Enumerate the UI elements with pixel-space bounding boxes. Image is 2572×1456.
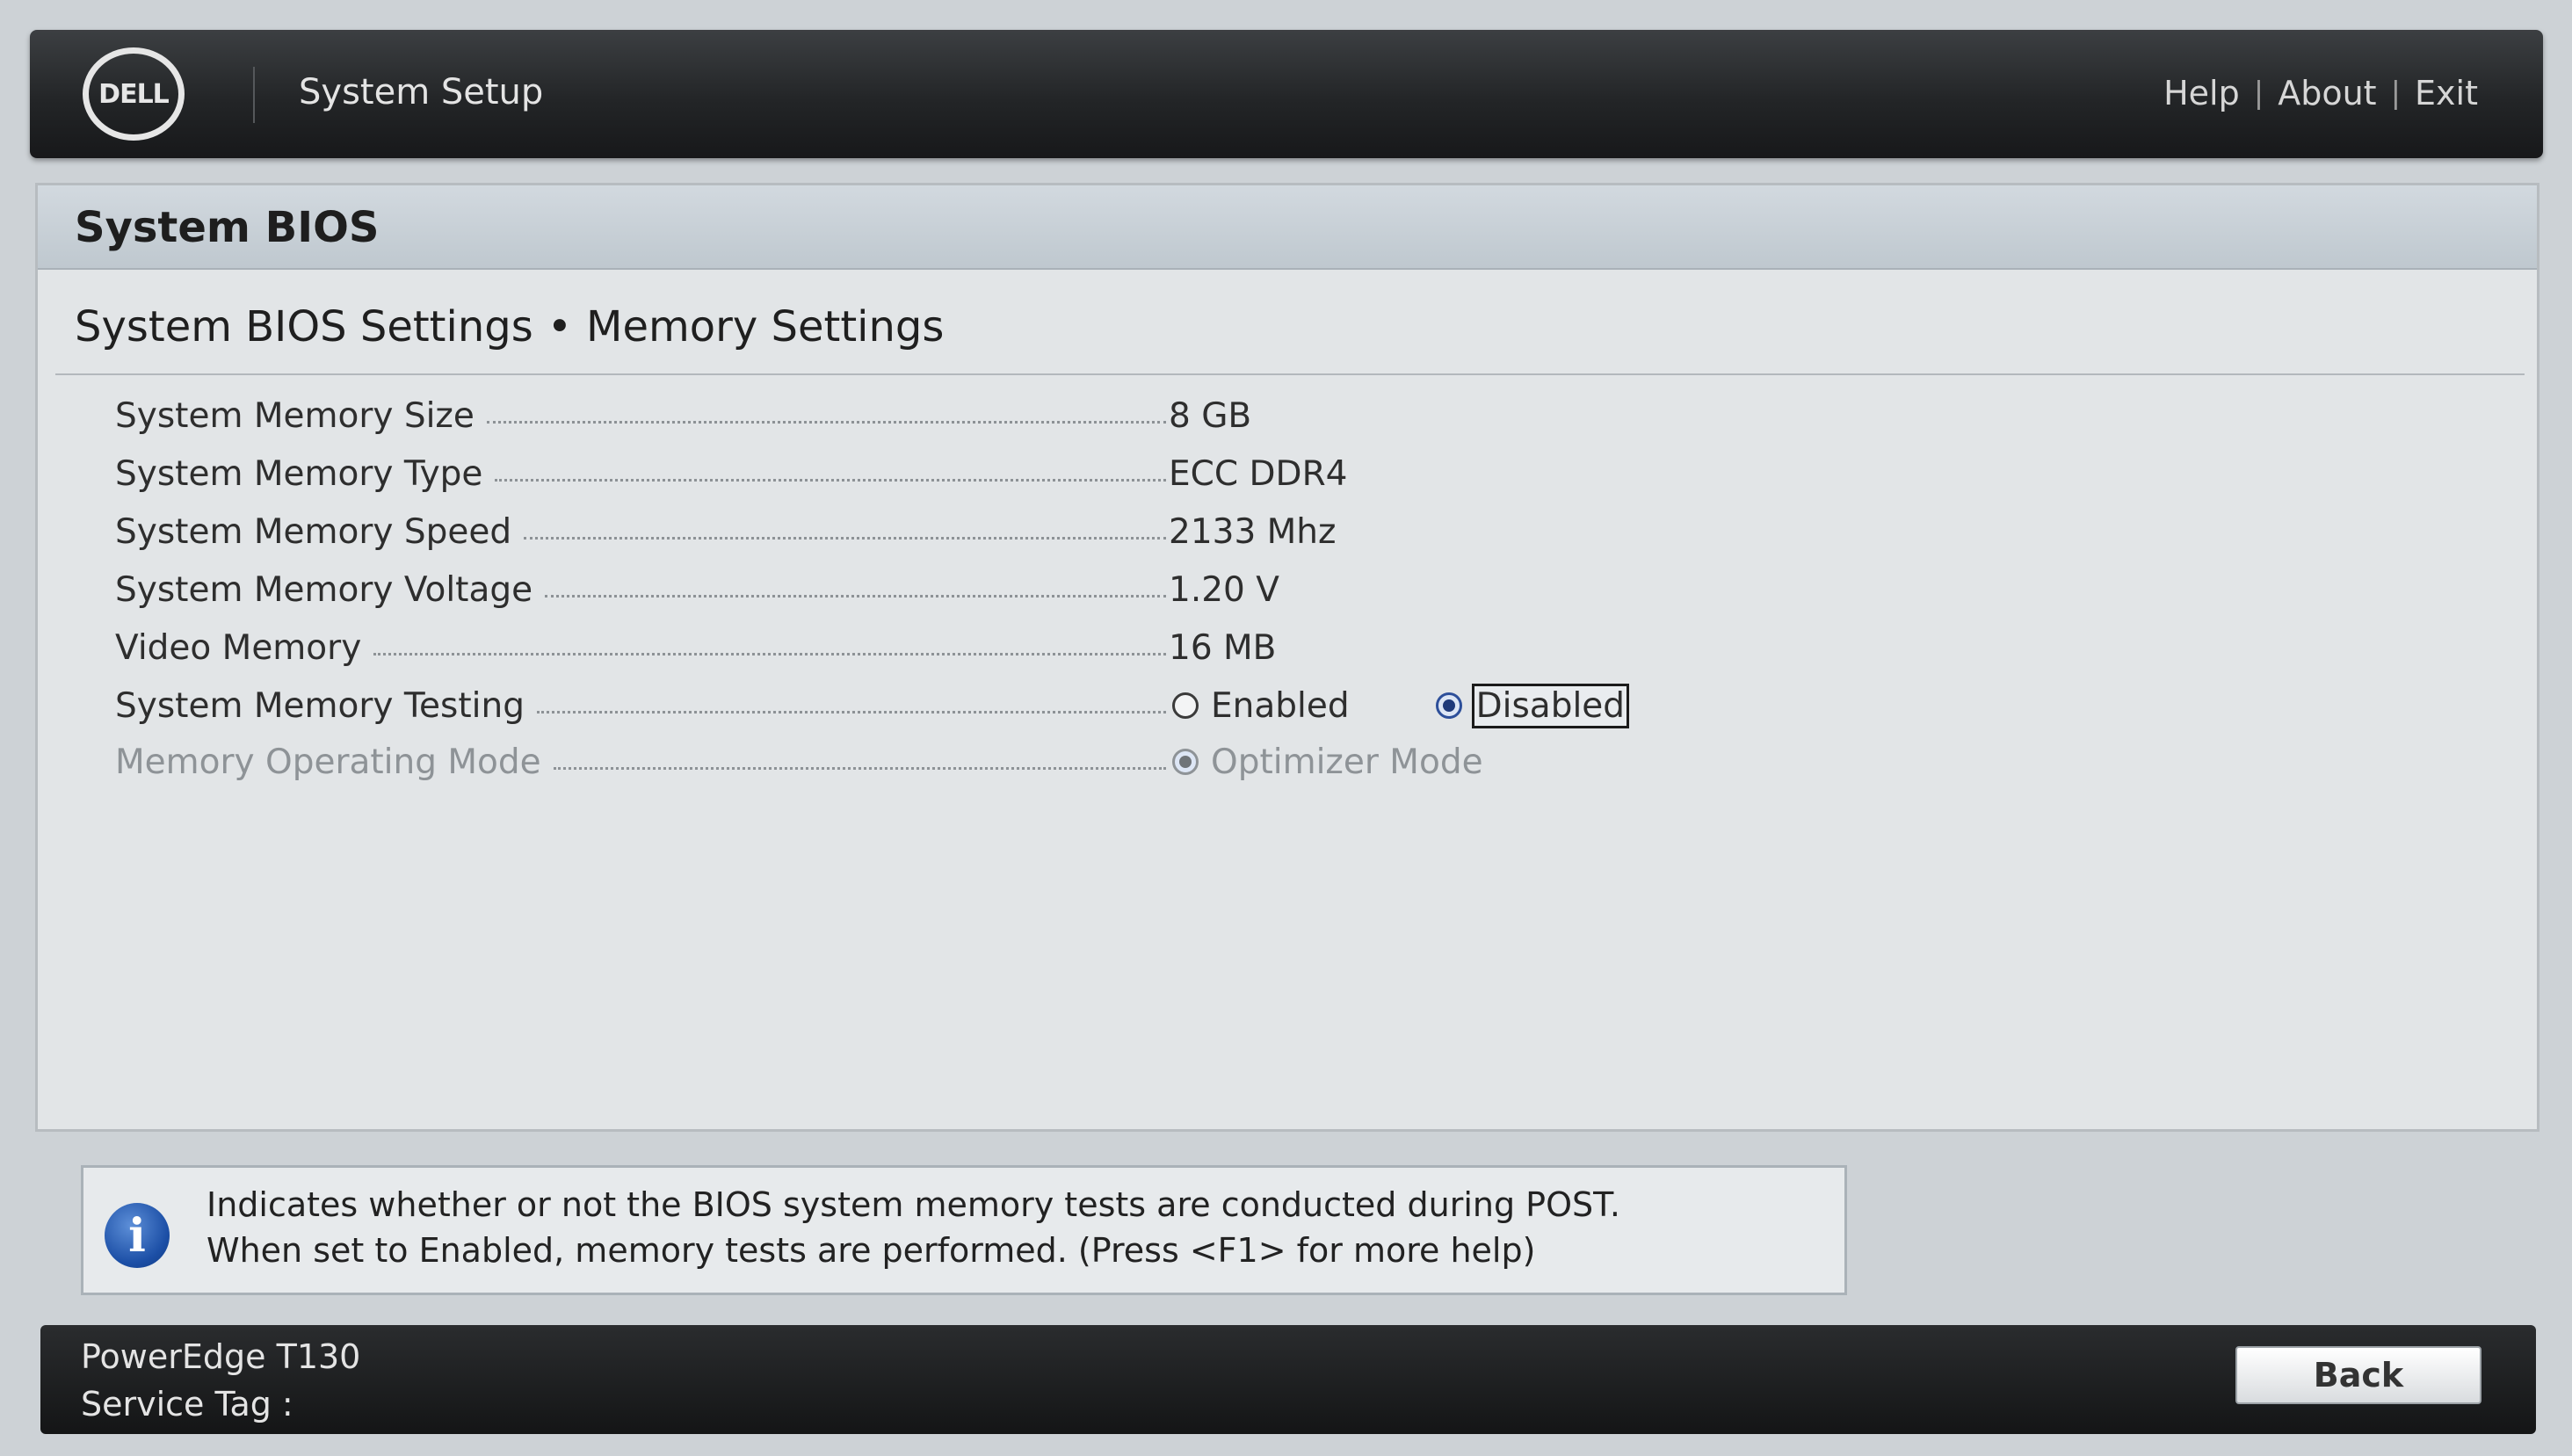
header-rule bbox=[55, 373, 2525, 375]
settings-panel: System BIOS System BIOS Settings • Memory … bbox=[35, 183, 2539, 1132]
radio-option-enabled[interactable]: Enabled bbox=[1169, 685, 1353, 728]
radio-button-disabled[interactable] bbox=[1435, 692, 1462, 719]
system-model: PowerEdge T130 bbox=[81, 1337, 361, 1376]
setting-value: 16 MB bbox=[1169, 627, 1277, 668]
link-separator: | bbox=[2253, 76, 2264, 111]
setting-label: System Memory Size bbox=[115, 395, 475, 436]
about-link[interactable]: About bbox=[2278, 74, 2376, 112]
help-text: Indicates whether or not the BIOS system… bbox=[206, 1182, 1620, 1273]
setting-row-memory-speed: System Memory Speed 2133 Mhz bbox=[38, 505, 2537, 558]
dotted-leader bbox=[545, 594, 1166, 598]
link-separator: | bbox=[2390, 76, 2402, 111]
back-button[interactable]: Back bbox=[2235, 1346, 2481, 1404]
setting-value: ECC DDR4 bbox=[1169, 453, 1348, 494]
setting-row-memory-voltage: System Memory Voltage 1.20 V bbox=[38, 563, 2537, 616]
breadcrumb-parent: System BIOS Settings bbox=[75, 302, 533, 351]
radio-button-optimizer-mode bbox=[1172, 749, 1199, 775]
dotted-leader bbox=[536, 710, 1166, 714]
setting-row-memory-testing: System Memory Testing Enabled Disabled bbox=[38, 679, 2537, 732]
dotted-leader bbox=[486, 420, 1166, 424]
setting-label: System Memory Type bbox=[115, 453, 483, 494]
operating-mode-options: Optimizer Mode bbox=[1169, 735, 1566, 788]
setting-label: Memory Operating Mode bbox=[115, 742, 541, 782]
setting-label: Video Memory bbox=[115, 627, 362, 668]
dotted-leader bbox=[524, 536, 1166, 540]
setting-value: 8 GB bbox=[1169, 395, 1252, 436]
setting-label: System Memory Testing bbox=[115, 685, 525, 726]
breadcrumb-current: Memory Settings bbox=[586, 302, 945, 351]
radio-button-enabled[interactable] bbox=[1172, 692, 1199, 719]
setting-value: 1.20 V bbox=[1169, 569, 1279, 610]
panel-title: System BIOS bbox=[75, 203, 380, 252]
radio-label-disabled: Disabled bbox=[1471, 683, 1630, 728]
help-text-line-1: Indicates whether or not the BIOS system… bbox=[206, 1185, 1620, 1224]
panel-header: System BIOS bbox=[38, 185, 2537, 270]
breadcrumb-separator: • bbox=[547, 302, 573, 351]
setting-label: System Memory Speed bbox=[115, 511, 512, 552]
breadcrumb: System BIOS Settings • Memory Settings bbox=[75, 302, 944, 351]
setting-row-video-memory: Video Memory 16 MB bbox=[38, 621, 2537, 674]
dell-logo: DELL bbox=[83, 47, 185, 141]
info-icon: i bbox=[105, 1203, 170, 1268]
dotted-leader bbox=[373, 652, 1166, 656]
logo-text: DELL bbox=[98, 78, 170, 110]
service-tag-label: Service Tag : bbox=[81, 1385, 293, 1423]
radio-label-optimizer-mode: Optimizer Mode bbox=[1211, 742, 1483, 782]
help-link[interactable]: Help bbox=[2163, 74, 2240, 112]
memory-testing-options: Enabled Disabled bbox=[1169, 679, 1709, 732]
header-links: Help | About | Exit bbox=[2163, 74, 2478, 112]
exit-link[interactable]: Exit bbox=[2415, 74, 2478, 112]
setting-label: System Memory Voltage bbox=[115, 569, 533, 610]
radio-option-disabled[interactable]: Disabled bbox=[1432, 683, 1630, 728]
dotted-leader bbox=[553, 766, 1166, 770]
help-text-line-2: When set to Enabled, memory tests are pe… bbox=[206, 1231, 1536, 1270]
footer-bar: PowerEdge T130 Service Tag : Back bbox=[40, 1325, 2536, 1434]
radio-label-enabled: Enabled bbox=[1211, 685, 1350, 726]
radio-option-optimizer-mode: Optimizer Mode bbox=[1169, 741, 1487, 784]
setting-row-memory-type: System Memory Type ECC DDR4 bbox=[38, 447, 2537, 500]
app-title: System Setup bbox=[299, 72, 544, 112]
header-divider bbox=[253, 67, 255, 123]
setting-row-memory-size: System Memory Size 8 GB bbox=[38, 389, 2537, 442]
top-header-bar: DELL System Setup Help | About | Exit bbox=[30, 30, 2543, 158]
setting-row-memory-operating-mode: Memory Operating Mode Optimizer Mode bbox=[38, 735, 2537, 788]
dotted-leader bbox=[495, 478, 1166, 482]
help-info-box: i Indicates whether or not the BIOS syst… bbox=[81, 1165, 1847, 1295]
setting-value: 2133 Mhz bbox=[1169, 511, 1337, 552]
